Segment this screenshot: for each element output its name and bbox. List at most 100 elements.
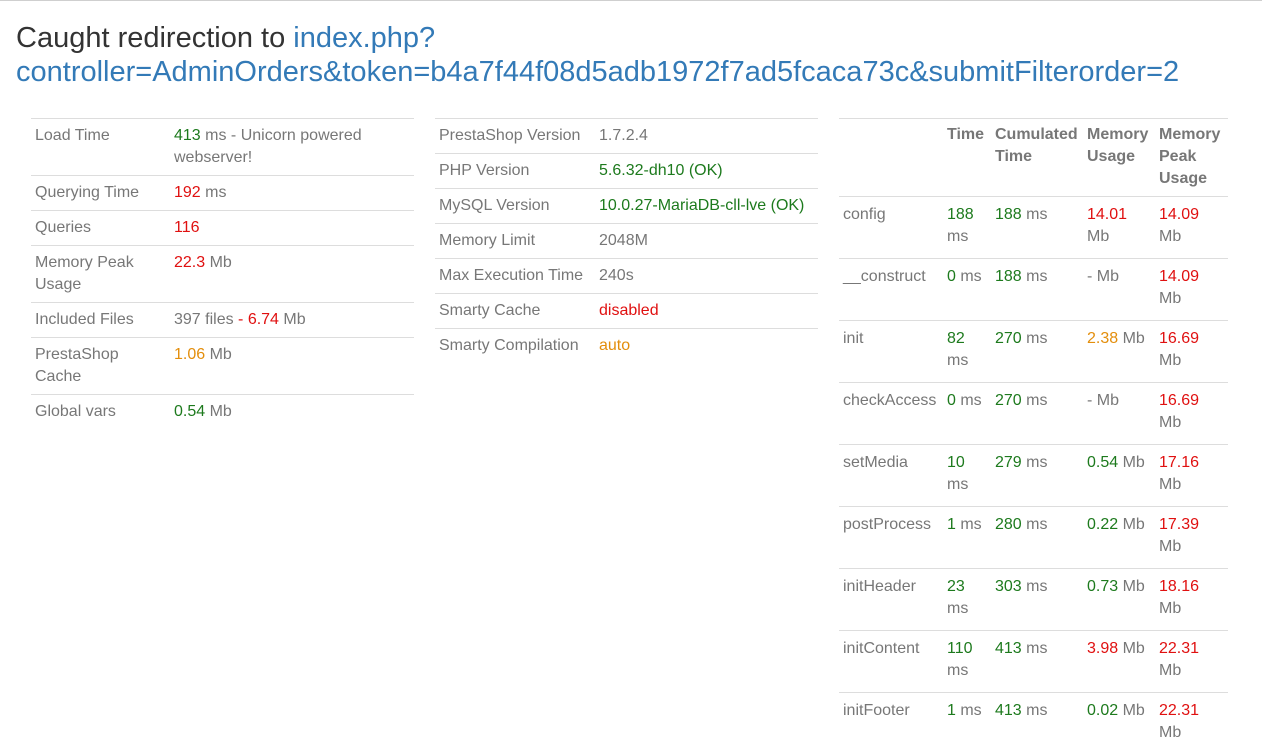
mem-cell: 14.01 Mb <box>1083 197 1155 259</box>
unit: ms <box>201 184 227 201</box>
config-value: disabled <box>595 294 818 329</box>
config-value: 2048M <box>595 224 818 259</box>
step-name: postProcess <box>839 507 943 569</box>
cum-cell: 280 ms <box>991 507 1083 569</box>
config-value: auto <box>595 329 818 364</box>
header-time: Time <box>943 119 991 197</box>
time-cell: 0 ms <box>943 259 991 321</box>
peak-cell: 16.69 Mb <box>1155 383 1228 445</box>
timing-row: setMedia 10 ms 279 ms 0.54 Mb 17.16 Mb <box>839 445 1228 507</box>
timing-row: init 82 ms 270 ms 2.38 Mb 16.69 Mb <box>839 321 1228 383</box>
config-row-smarty-compile: Smarty Compilation auto <box>435 329 818 364</box>
stat-value: 413 ms - Unicorn powered webserver! <box>170 119 414 176</box>
stat-label: Load Time <box>31 119 170 176</box>
unit: Mb <box>1118 516 1145 533</box>
cum-value: 279 <box>995 454 1022 471</box>
unit: ms <box>956 268 982 285</box>
memory-peak-value: 22.3 <box>174 254 205 271</box>
timing-row: initHeader 23 ms 303 ms 0.73 Mb 18.16 Mb <box>839 569 1228 631</box>
stat-value: 1.06 Mb <box>170 338 414 395</box>
stat-row-querying-time: Querying Time 192 ms <box>31 176 414 211</box>
config-row-memory-limit: Memory Limit 2048M <box>435 224 818 259</box>
mem-value: 3.98 <box>1087 640 1118 657</box>
cum-value: 188 <box>995 206 1022 223</box>
files-count: 397 files <box>174 311 234 328</box>
time-cell: 1 ms <box>943 507 991 569</box>
stat-value: 22.3 Mb <box>170 246 414 303</box>
peak-value: 22.31 <box>1159 702 1199 719</box>
unit: Mb <box>1159 662 1181 679</box>
mem-cell: 0.02 Mb <box>1083 693 1155 754</box>
stat-row-ps-cache: PrestaShop Cache 1.06 Mb <box>31 338 414 395</box>
querying-time-value: 192 <box>174 184 201 201</box>
title-prefix: Caught redirection to <box>16 22 293 54</box>
mem-cell: 0.73 Mb <box>1083 569 1155 631</box>
config-row-max-exec: Max Execution Time 240s <box>435 259 818 294</box>
time-value: 110 <box>947 640 973 657</box>
unit: ms <box>947 352 968 369</box>
timing-table: Time Cumulated Time Memory Usage Memory … <box>839 118 1228 754</box>
cum-value: 303 <box>995 578 1022 595</box>
stat-value: 192 ms <box>170 176 414 211</box>
unit: Mb <box>1159 352 1181 369</box>
stat-label: Included Files <box>31 303 170 338</box>
config-label: PrestaShop Version <box>435 119 595 154</box>
step-name: init <box>839 321 943 383</box>
mem-cell: 3.98 Mb <box>1083 631 1155 693</box>
unit: ms <box>1022 640 1048 657</box>
step-name: config <box>839 197 943 259</box>
peak-value: 18.16 <box>1159 578 1199 595</box>
unit: Mb <box>1159 538 1181 555</box>
unit: Mb <box>1118 578 1145 595</box>
header-cumulated-time: Cumulated Time <box>991 119 1083 197</box>
time-value: 82 <box>947 330 965 347</box>
unit: Mb <box>1092 392 1119 409</box>
cum-value: 270 <box>995 330 1022 347</box>
cum-cell: 188 ms <box>991 197 1083 259</box>
time-value: 188 <box>947 206 974 223</box>
stat-label: Memory Peak Usage <box>31 246 170 303</box>
unit: ms <box>1022 206 1048 223</box>
peak-cell: 17.16 Mb <box>1155 445 1228 507</box>
config-value: 240s <box>595 259 818 294</box>
config-value: 5.6.32-dh10 (OK) <box>595 154 818 189</box>
timing-row: initContent 110 ms 413 ms 3.98 Mb 22.31 … <box>839 631 1228 693</box>
unit: Mb <box>1159 414 1181 431</box>
peak-cell: 16.69 Mb <box>1155 321 1228 383</box>
config-label: MySQL Version <box>435 189 595 224</box>
stat-label: Global vars <box>31 395 170 430</box>
time-cell: 188 ms <box>943 197 991 259</box>
unit: Mb <box>1118 454 1145 471</box>
cum-cell: 303 ms <box>991 569 1083 631</box>
performance-stats-table: Load Time 413 ms - Unicorn powered webse… <box>31 118 414 429</box>
timing-header-row: Time Cumulated Time Memory Usage Memory … <box>839 119 1228 197</box>
time-value: 0 <box>947 268 956 285</box>
unit: ms <box>947 662 968 679</box>
unit: ms <box>1022 454 1048 471</box>
timing-row: __construct 0 ms 188 ms - Mb 14.09 Mb <box>839 259 1228 321</box>
timing-row: config 188 ms 188 ms 14.01 Mb 14.09 Mb <box>839 197 1228 259</box>
step-name: initHeader <box>839 569 943 631</box>
step-name: checkAccess <box>839 383 943 445</box>
stat-row-global-vars: Global vars 0.54 Mb <box>31 395 414 430</box>
mem-value: 0.73 <box>1087 578 1118 595</box>
stat-row-queries: Queries 116 <box>31 211 414 246</box>
time-cell: 110 ms <box>943 631 991 693</box>
unit: Mb <box>1118 640 1145 657</box>
peak-value: 14.09 <box>1159 206 1199 223</box>
timing-row: initFooter 1 ms 413 ms 0.02 Mb 22.31 Mb <box>839 693 1228 754</box>
unit: Mb <box>205 346 232 363</box>
unit: ms <box>1022 392 1048 409</box>
peak-cell: 22.31 Mb <box>1155 693 1228 754</box>
cum-cell: 270 ms <box>991 321 1083 383</box>
configuration-panel: PrestaShop Version 1.7.2.4 PHP Version 5… <box>435 118 818 363</box>
global-vars-value: 0.54 <box>174 403 205 420</box>
stat-row-memory-peak: Memory Peak Usage 22.3 Mb <box>31 246 414 303</box>
load-time-value: 413 <box>174 127 201 144</box>
cum-value: 280 <box>995 516 1022 533</box>
page-title: Caught redirection to index.php?controll… <box>16 21 1256 89</box>
cum-value: 413 <box>995 702 1022 719</box>
step-name: initContent <box>839 631 943 693</box>
cum-value: 413 <box>995 640 1022 657</box>
mem-cell: - Mb <box>1083 383 1155 445</box>
